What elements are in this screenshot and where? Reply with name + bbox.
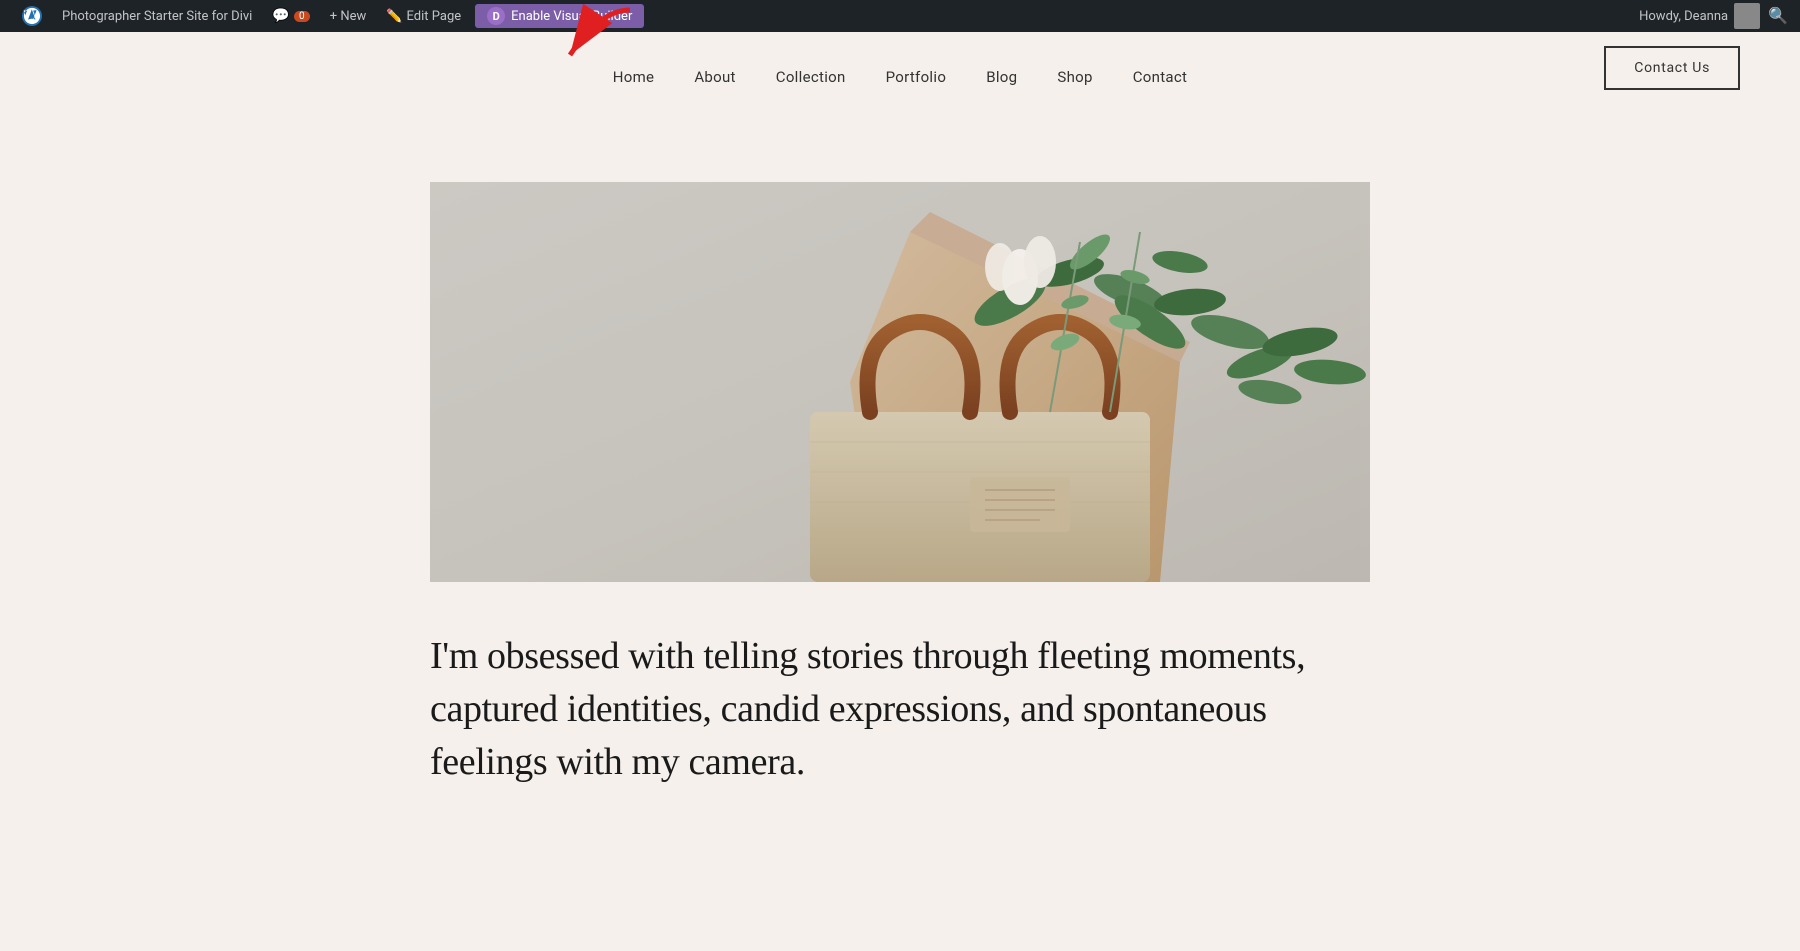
nav-item-collection[interactable]: Collection [776,68,846,86]
wp-logo-button[interactable] [12,0,52,32]
search-icon[interactable]: 🔍 [1768,6,1788,26]
enable-visual-builder-button[interactable]: D Enable Visual Builder [475,4,644,28]
admin-bar-right: Howdy, Deanna 🔍 [1639,3,1788,29]
new-label: + New [330,9,367,24]
edit-page-label: Edit Page [407,9,462,24]
edit-page-button[interactable]: ✏️ Edit Page [376,0,471,32]
admin-bar: Photographer Starter Site for Divi 💬 0 +… [0,0,1800,32]
site-header: Home About Collection Portfolio Blog Sho… [0,32,1800,122]
comment-icon: 💬 [272,8,289,24]
quote-paragraph: I'm obsessed with telling stories throug… [430,630,1370,790]
main-nav: Home About Collection Portfolio Blog Sho… [613,68,1188,86]
nav-item-contact[interactable]: Contact [1133,68,1188,86]
pencil-icon: ✏️ [386,9,402,24]
nav-item-shop[interactable]: Shop [1057,68,1092,86]
contact-us-button[interactable]: Contact Us [1604,46,1740,90]
hero-image-wrapper [430,182,1370,582]
comment-count: 0 [294,11,310,22]
divi-icon: D [487,7,505,25]
quote-text: I'm obsessed with telling stories throug… [430,630,1370,790]
nav-item-blog[interactable]: Blog [986,68,1017,86]
nav-item-home[interactable]: Home [613,68,655,86]
new-button[interactable]: + New [320,0,377,32]
comments-button[interactable]: 💬 0 [262,0,319,32]
site-name-text: Photographer Starter Site for Divi [62,9,252,24]
nav-item-portfolio[interactable]: Portfolio [886,68,947,86]
site-name-link[interactable]: Photographer Starter Site for Divi [52,0,262,32]
howdy-text: Howdy, Deanna [1639,9,1728,24]
hero-image [430,182,1370,582]
enable-visual-builder-label: Enable Visual Builder [511,9,632,24]
user-avatar[interactable] [1734,3,1760,29]
nav-item-about[interactable]: About [694,68,735,86]
